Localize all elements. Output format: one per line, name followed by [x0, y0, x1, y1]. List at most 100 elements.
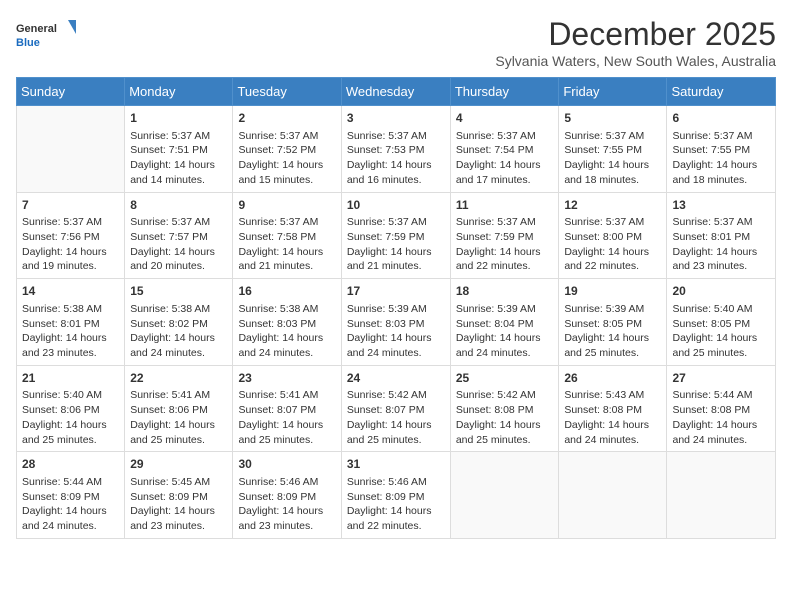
logo-svg: General Blue — [16, 16, 76, 56]
cell-content: Sunrise: 5:37 AM Sunset: 8:01 PM Dayligh… — [672, 215, 770, 274]
cell-content: Sunrise: 5:37 AM Sunset: 7:58 PM Dayligh… — [238, 215, 335, 274]
cell-content: Sunrise: 5:37 AM Sunset: 7:53 PM Dayligh… — [347, 129, 445, 188]
calendar-cell: 26Sunrise: 5:43 AM Sunset: 8:08 PM Dayli… — [559, 365, 667, 452]
cell-content: Sunrise: 5:37 AM Sunset: 7:59 PM Dayligh… — [347, 215, 445, 274]
week-row-1: 7Sunrise: 5:37 AM Sunset: 7:56 PM Daylig… — [17, 192, 776, 279]
cell-content: Sunrise: 5:46 AM Sunset: 8:09 PM Dayligh… — [347, 475, 445, 534]
calendar-cell: 22Sunrise: 5:41 AM Sunset: 8:06 PM Dayli… — [125, 365, 233, 452]
day-number: 25 — [456, 370, 554, 387]
day-number: 31 — [347, 456, 445, 473]
svg-text:Blue: Blue — [16, 37, 40, 49]
day-number: 30 — [238, 456, 335, 473]
calendar-cell: 31 Sunrise: 5:46 AM Sunset: 8:09 PM Dayli… — [341, 452, 450, 539]
calendar-cell: 19 Sunrise: 5:39 AM Sunset: 8:05 PM Dayli… — [559, 279, 667, 366]
cell-content: Sunrise: 5:37 AM Sunset: 7:57 PM Dayligh… — [130, 215, 227, 274]
calendar-cell — [559, 452, 667, 539]
calendar-cell: 29 Sunrise: 5:45 AM Sunset: 8:09 PM Dayli… — [125, 452, 233, 539]
header-monday: Monday — [125, 78, 233, 106]
title-area: December 2025 Sylvania Waters, New South… — [495, 16, 776, 69]
day-number: 17 — [347, 283, 445, 300]
cell-content: Sunrise: 5:38 AM Sunset: 8:02 PM Dayligh… — [130, 302, 227, 361]
calendar-cell: 3 Sunrise: 5:37 AM Sunset: 7:53 PM Daylig… — [341, 106, 450, 193]
calendar-cell: 4Sunrise: 5:37 AM Sunset: 7:54 PM Daylig… — [450, 106, 559, 193]
day-number: 21 — [22, 370, 119, 387]
calendar-cell: 2 Sunrise: 5:37 AM Sunset: 7:52 PM Daylig… — [233, 106, 341, 193]
day-number: 14 — [22, 283, 119, 300]
cell-content: Sunrise: 5:43 AM Sunset: 8:08 PM Dayligh… — [564, 388, 661, 447]
cell-content: Sunrise: 5:40 AM Sunset: 8:06 PM Dayligh… — [22, 388, 119, 447]
cell-content: Sunrise: 5:41 AM Sunset: 8:07 PM Dayligh… — [238, 388, 335, 447]
day-number: 13 — [672, 197, 770, 214]
calendar-cell: 6 Sunrise: 5:37 AM Sunset: 7:55 PM Daylig… — [667, 106, 776, 193]
header-thursday: Thursday — [450, 78, 559, 106]
calendar-cell: 17 Sunrise: 5:39 AM Sunset: 8:03 PM Dayli… — [341, 279, 450, 366]
calendar-cell: 24Sunrise: 5:42 AM Sunset: 8:07 PM Dayli… — [341, 365, 450, 452]
cell-content: Sunrise: 5:37 AM Sunset: 7:59 PM Dayligh… — [456, 215, 554, 274]
day-number: 16 — [238, 283, 335, 300]
calendar-cell: 14 Sunrise: 5:38 AM Sunset: 8:01 PM Dayli… — [17, 279, 125, 366]
cell-content: Sunrise: 5:38 AM Sunset: 8:03 PM Dayligh… — [238, 302, 335, 361]
day-number: 8 — [130, 197, 227, 214]
day-number: 4 — [456, 110, 554, 127]
day-number: 15 — [130, 283, 227, 300]
cell-content: Sunrise: 5:37 AM Sunset: 7:56 PM Dayligh… — [22, 215, 119, 274]
calendar-cell: 18 Sunrise: 5:39 AM Sunset: 8:04 PM Dayli… — [450, 279, 559, 366]
day-number: 9 — [238, 197, 335, 214]
week-row-3: 21Sunrise: 5:40 AM Sunset: 8:06 PM Dayli… — [17, 365, 776, 452]
cell-content: Sunrise: 5:46 AM Sunset: 8:09 PM Dayligh… — [238, 475, 335, 534]
day-number: 2 — [238, 110, 335, 127]
calendar-cell: 16 Sunrise: 5:38 AM Sunset: 8:03 PM Dayli… — [233, 279, 341, 366]
cell-content: Sunrise: 5:37 AM Sunset: 8:00 PM Dayligh… — [564, 215, 661, 274]
cell-content: Sunrise: 5:39 AM Sunset: 8:04 PM Dayligh… — [456, 302, 554, 361]
calendar-cell: 20Sunrise: 5:40 AM Sunset: 8:05 PM Dayli… — [667, 279, 776, 366]
calendar-cell: 10Sunrise: 5:37 AM Sunset: 7:59 PM Dayli… — [341, 192, 450, 279]
day-number: 11 — [456, 197, 554, 214]
day-number: 18 — [456, 283, 554, 300]
cell-content: Sunrise: 5:39 AM Sunset: 8:05 PM Dayligh… — [564, 302, 661, 361]
calendar-cell: 25Sunrise: 5:42 AM Sunset: 8:08 PM Dayli… — [450, 365, 559, 452]
calendar-cell: 13Sunrise: 5:37 AM Sunset: 8:01 PM Dayli… — [667, 192, 776, 279]
calendar-cell: 7Sunrise: 5:37 AM Sunset: 7:56 PM Daylig… — [17, 192, 125, 279]
cell-content: Sunrise: 5:42 AM Sunset: 8:08 PM Dayligh… — [456, 388, 554, 447]
cell-content: Sunrise: 5:37 AM Sunset: 7:51 PM Dayligh… — [130, 129, 227, 188]
day-number: 23 — [238, 370, 335, 387]
day-number: 29 — [130, 456, 227, 473]
day-number: 19 — [564, 283, 661, 300]
day-number: 6 — [672, 110, 770, 127]
calendar-cell: 30 Sunrise: 5:46 AM Sunset: 8:09 PM Dayli… — [233, 452, 341, 539]
calendar-table: SundayMondayTuesdayWednesdayThursdayFrid… — [16, 77, 776, 539]
svg-text:General: General — [16, 23, 57, 35]
calendar-cell: 23Sunrise: 5:41 AM Sunset: 8:07 PM Dayli… — [233, 365, 341, 452]
cell-content: Sunrise: 5:37 AM Sunset: 7:52 PM Dayligh… — [238, 129, 335, 188]
calendar-cell: 28 Sunrise: 5:44 AM Sunset: 8:09 PM Dayli… — [17, 452, 125, 539]
day-number: 10 — [347, 197, 445, 214]
day-number: 1 — [130, 110, 227, 127]
calendar-cell — [667, 452, 776, 539]
cell-content: Sunrise: 5:37 AM Sunset: 7:55 PM Dayligh… — [672, 129, 770, 188]
calendar-cell: 27Sunrise: 5:44 AM Sunset: 8:08 PM Dayli… — [667, 365, 776, 452]
header-tuesday: Tuesday — [233, 78, 341, 106]
week-row-4: 28 Sunrise: 5:44 AM Sunset: 8:09 PM Dayli… — [17, 452, 776, 539]
header-wednesday: Wednesday — [341, 78, 450, 106]
logo: General Blue — [16, 16, 76, 56]
day-number: 20 — [672, 283, 770, 300]
day-number: 27 — [672, 370, 770, 387]
day-number: 5 — [564, 110, 661, 127]
header-saturday: Saturday — [667, 78, 776, 106]
day-number: 3 — [347, 110, 445, 127]
cell-content: Sunrise: 5:44 AM Sunset: 8:09 PM Dayligh… — [22, 475, 119, 534]
page-header: General Blue December 2025 Sylvania Wate… — [16, 16, 776, 69]
day-number: 26 — [564, 370, 661, 387]
calendar-cell: 11Sunrise: 5:37 AM Sunset: 7:59 PM Dayli… — [450, 192, 559, 279]
day-number: 7 — [22, 197, 119, 214]
cell-content: Sunrise: 5:45 AM Sunset: 8:09 PM Dayligh… — [130, 475, 227, 534]
cell-content: Sunrise: 5:39 AM Sunset: 8:03 PM Dayligh… — [347, 302, 445, 361]
header-row: SundayMondayTuesdayWednesdayThursdayFrid… — [17, 78, 776, 106]
cell-content: Sunrise: 5:42 AM Sunset: 8:07 PM Dayligh… — [347, 388, 445, 447]
calendar-cell: 15 Sunrise: 5:38 AM Sunset: 8:02 PM Dayli… — [125, 279, 233, 366]
calendar-cell: 12Sunrise: 5:37 AM Sunset: 8:00 PM Dayli… — [559, 192, 667, 279]
day-number: 28 — [22, 456, 119, 473]
cell-content: Sunrise: 5:38 AM Sunset: 8:01 PM Dayligh… — [22, 302, 119, 361]
calendar-cell: 1 Sunrise: 5:37 AM Sunset: 7:51 PM Daylig… — [125, 106, 233, 193]
calendar-cell — [17, 106, 125, 193]
